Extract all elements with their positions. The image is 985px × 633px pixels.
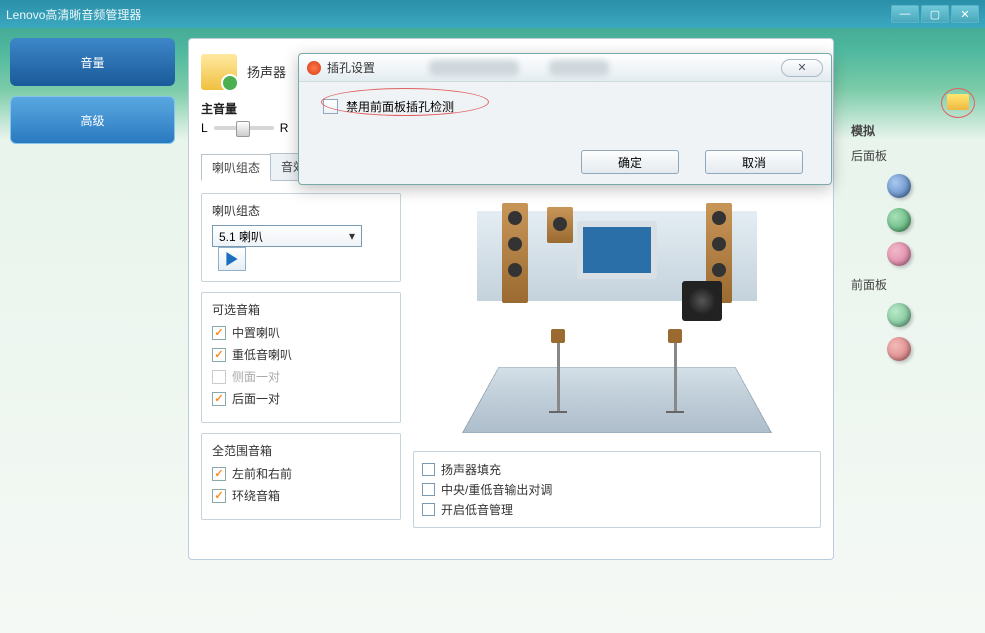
checkbox-center-speaker[interactable]: 中置喇叭 [212,324,390,341]
checkbox-front-lr[interactable]: 左前和右前 [212,465,390,482]
jack-settings-dialog: 插孔设置 ✕ 禁用前面板插孔检测 确定 取消 [298,53,832,185]
check-icon [212,370,226,384]
check-icon [212,392,226,406]
balance-slider[interactable] [214,126,274,130]
speaker-device-icon [201,54,237,90]
check-icon [422,483,435,496]
checkbox-surround[interactable]: 环绕音箱 [212,487,390,504]
check-icon [212,326,226,340]
check-icon [212,489,226,503]
check-icon [422,503,435,516]
fullrange-speakers-group: 全范围音箱 左前和右前 环绕音箱 [201,433,401,520]
check-icon [212,467,226,481]
rear-right-speaker-icon[interactable] [674,343,677,413]
rear-panel-label: 后面板 [851,147,981,164]
close-button[interactable]: ✕ [951,5,979,23]
connector-panel: 模拟 后面板 前面板 [851,92,981,371]
balance-right-label: R [280,121,289,135]
sidebar-item-volume[interactable]: 音量 [10,38,175,86]
sidebar: 音量 高级 [10,38,175,154]
analog-title: 模拟 [851,122,981,139]
window-title: Lenovo高清晰音频管理器 [6,6,141,23]
dialog-icon [307,61,321,75]
center-speaker-icon[interactable] [547,207,573,243]
front-panel-label: 前面板 [851,276,981,293]
optional-speakers-group: 可选音箱 中置喇叭 重低音喇叭 侧面一对 后面一对 [201,292,401,423]
title-bar: Lenovo高清晰音频管理器 — ▢ ✕ [0,0,985,28]
dialog-title: 插孔设置 [327,59,375,76]
sidebar-item-advanced[interactable]: 高级 [10,96,175,144]
dialog-ok-button[interactable]: 确定 [581,150,679,174]
extra-options-group: 扬声器填充 中央/重低音输出对调 开启低音管理 [413,451,821,528]
device-name: 扬声器 [247,62,286,81]
checkbox-bass-management[interactable]: 开启低音管理 [422,501,812,518]
front-left-speaker-icon[interactable] [502,203,528,303]
tab-speaker-config[interactable]: 喇叭组态 [201,154,271,181]
jack-rear-blue[interactable] [887,174,911,198]
check-icon [422,463,435,476]
jack-rear-pink[interactable] [887,242,911,266]
blurred-text [549,60,609,76]
checkbox-speaker-fill[interactable]: 扬声器填充 [422,461,812,478]
subwoofer-icon[interactable] [682,281,722,321]
test-play-button[interactable] [218,247,246,271]
speaker-stage: 扬声器填充 中央/重低音输出对调 开启低音管理 [413,193,821,530]
connector-settings-icon[interactable] [947,94,969,110]
speaker-config-group: 喇叭组态 5.1 喇叭 [201,193,401,282]
check-icon [212,348,226,362]
maximize-button[interactable]: ▢ [921,5,949,23]
balance-left-label: L [201,121,208,135]
speaker-config-select[interactable]: 5.1 喇叭 [212,225,362,247]
jack-front-pink[interactable] [887,337,911,361]
checkbox-side-pair: 侧面一对 [212,368,390,385]
highlight-ellipse [321,88,489,116]
dialog-close-button[interactable]: ✕ [781,59,823,77]
speaker-config-legend: 喇叭组态 [212,202,390,219]
minimize-button[interactable]: — [891,5,919,23]
dialog-cancel-button[interactable]: 取消 [705,150,803,174]
optional-speakers-legend: 可选音箱 [212,301,390,318]
checkbox-subwoofer[interactable]: 重低音喇叭 [212,346,390,363]
rear-left-speaker-icon[interactable] [557,343,560,413]
dialog-header[interactable]: 插孔设置 ✕ [299,54,831,82]
checkbox-swap-center-sub[interactable]: 中央/重低音输出对调 [422,481,812,498]
blurred-text [429,60,519,76]
jack-front-green[interactable] [887,303,911,327]
checkbox-rear-pair[interactable]: 后面一对 [212,390,390,407]
fullrange-legend: 全范围音箱 [212,442,390,459]
sidebar-advanced-label: 高级 [80,112,104,129]
sidebar-volume-label: 音量 [80,54,104,71]
tv-icon [577,221,657,279]
jack-rear-green[interactable] [887,208,911,232]
